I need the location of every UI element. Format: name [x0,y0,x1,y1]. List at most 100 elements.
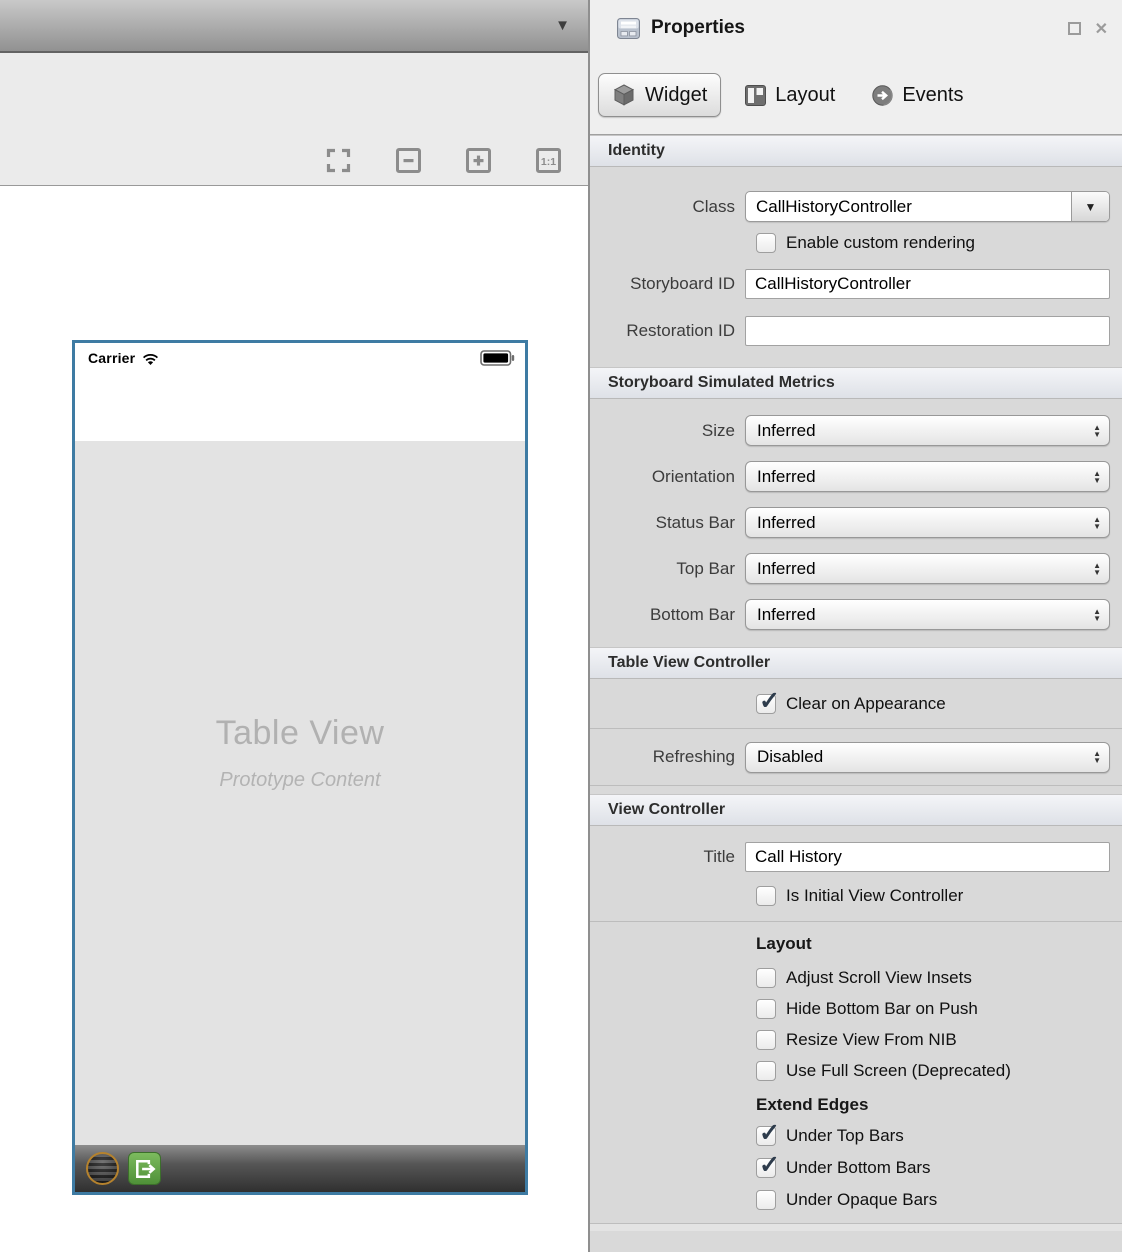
zoom-out-icon[interactable] [394,146,422,174]
inspector-tabs: Widget Layout Events [590,56,1122,135]
simulated-status-bar: Carrier [75,343,525,373]
under-top-bars-checkbox[interactable] [756,1126,776,1146]
storyboard-id-row: Storyboard ID [590,269,1122,299]
tab-events-label: Events [902,84,963,107]
restoration-id-field[interactable] [745,316,1110,346]
is-initial-view-controller-row: Is Initial View Controller [590,886,1122,906]
table-view-controller-scene[interactable]: Carrier [72,340,528,1195]
chevron-down-icon[interactable]: ▼ [555,17,570,34]
stepper-arrows-icon: ▲▼ [1093,424,1101,438]
inspector-header: Properties ✕ [590,0,1122,56]
class-combobox[interactable]: CallHistoryController ▼ [745,191,1110,222]
events-arrow-icon [872,85,893,106]
storyboard-id-field[interactable] [745,269,1110,299]
title-field[interactable] [745,842,1110,872]
extend-edges-subheader: Extend Edges [590,1095,1122,1115]
enable-custom-rendering-label: Enable custom rendering [786,233,975,253]
restoration-id-label: Restoration ID [590,321,745,341]
tab-events[interactable]: Events [859,75,976,116]
top-bar-popup[interactable]: Inferred ▲▼ [745,553,1110,584]
stepper-arrows-icon: ▲▼ [1093,470,1101,484]
clear-on-appearance-row: Clear on Appearance [590,679,1122,729]
size-value: Inferred [757,421,816,441]
table-view-placeholder-title: Table View [216,714,385,753]
class-label: Class [590,197,745,217]
properties-icon [617,18,640,39]
combo-dropdown-icon[interactable]: ▼ [1071,192,1109,221]
top-bar-label: Top Bar [590,559,745,579]
panel-title: Properties [651,17,745,39]
resize-view-from-nib-checkbox[interactable] [756,1030,776,1050]
tab-layout-label: Layout [775,84,835,107]
bottom-bar-row: Bottom Bar Inferred ▲▼ [590,599,1122,630]
hide-bottom-bar-on-push-row: Hide Bottom Bar on Push [590,999,1122,1019]
tab-widget[interactable]: Widget [598,73,721,117]
under-opaque-bars-label: Under Opaque Bars [786,1190,937,1210]
layout-subheader: Layout [590,934,1122,954]
view-controller-icon[interactable] [86,1152,119,1185]
svg-text:1:1: 1:1 [540,156,555,168]
bottom-bar-label: Bottom Bar [590,605,745,625]
wifi-icon [142,353,159,366]
hide-bottom-bar-on-push-checkbox[interactable] [756,999,776,1019]
stepper-arrows-icon: ▲▼ [1093,608,1101,622]
orientation-row: Orientation Inferred ▲▼ [590,461,1122,492]
hide-bottom-bar-on-push-label: Hide Bottom Bar on Push [786,999,978,1019]
float-panel-button[interactable] [1068,22,1081,35]
use-full-screen-label: Use Full Screen (Deprecated) [786,1061,1011,1081]
top-bar-row: Top Bar Inferred ▲▼ [590,553,1122,584]
refreshing-popup[interactable]: Disabled ▲▼ [745,742,1110,773]
under-opaque-bars-checkbox[interactable] [756,1190,776,1210]
status-bar-popup[interactable]: Inferred ▲▼ [745,507,1110,538]
top-bar-value: Inferred [757,559,816,579]
orientation-popup[interactable]: Inferred ▲▼ [745,461,1110,492]
status-bar-label: Status Bar [590,513,745,533]
panel-bottom-strip [590,1224,1122,1231]
carrier-label: Carrier [88,350,135,366]
zoom-fit-icon[interactable] [324,146,352,174]
enable-custom-rendering-checkbox[interactable] [756,233,776,253]
storyboard-canvas: Carrier [0,186,588,1249]
exit-segue-icon[interactable] [128,1152,161,1185]
bottom-bar-popup[interactable]: Inferred ▲▼ [745,599,1110,630]
status-bar-row: Status Bar Inferred ▲▼ [590,507,1122,538]
orientation-value: Inferred [757,467,816,487]
tab-layout[interactable]: Layout [732,75,848,116]
status-bar-value: Inferred [757,513,816,533]
zoom-in-icon[interactable] [464,146,492,174]
widget-cube-icon [612,83,636,107]
refreshing-label: Refreshing [590,747,745,767]
bottom-bar-value: Inferred [757,605,816,625]
stepper-arrows-icon: ▲▼ [1093,516,1101,530]
resize-view-from-nib-row: Resize View From NIB [590,1030,1122,1050]
clear-on-appearance-checkbox[interactable] [756,694,776,714]
under-opaque-bars-row: Under Opaque Bars [590,1190,1122,1210]
zoom-actual-size-icon[interactable]: 1:1 [534,146,562,174]
refreshing-row: Refreshing Disabled ▲▼ [590,729,1122,786]
storyboard-id-label: Storyboard ID [590,274,745,294]
scene-dock [75,1145,525,1192]
use-full-screen-checkbox[interactable] [756,1061,776,1081]
enable-custom-rendering-row: Enable custom rendering [590,233,1122,253]
section-header-simulated-metrics: Storyboard Simulated Metrics [590,367,1122,399]
refreshing-value: Disabled [757,747,823,767]
class-row: Class CallHistoryController ▼ [590,191,1122,222]
size-popup[interactable]: Inferred ▲▼ [745,415,1110,446]
table-view[interactable]: Table View Prototype Content [75,441,525,1145]
section-header-table-view-controller: Table View Controller [590,647,1122,679]
size-row: Size Inferred ▲▼ [590,415,1122,446]
navigation-bar-area [75,373,525,441]
adjust-scroll-view-insets-checkbox[interactable] [756,968,776,988]
under-top-bars-row: Under Top Bars [590,1126,1122,1146]
restoration-id-row: Restoration ID [590,316,1122,346]
is-initial-view-controller-checkbox[interactable] [756,886,776,906]
is-initial-view-controller-label: Is Initial View Controller [786,886,963,906]
stepper-arrows-icon: ▲▼ [1093,562,1101,576]
table-view-placeholder-subtitle: Prototype Content [219,769,380,792]
layout-panes-icon [745,85,766,106]
inspector-body: Identity Class CallHistoryController ▼ E… [590,135,1122,1231]
close-panel-icon[interactable]: ✕ [1095,19,1108,39]
under-bottom-bars-checkbox[interactable] [756,1158,776,1178]
under-top-bars-label: Under Top Bars [786,1126,904,1146]
zoom-toolbar: 1:1 ZOOM [0,53,588,186]
